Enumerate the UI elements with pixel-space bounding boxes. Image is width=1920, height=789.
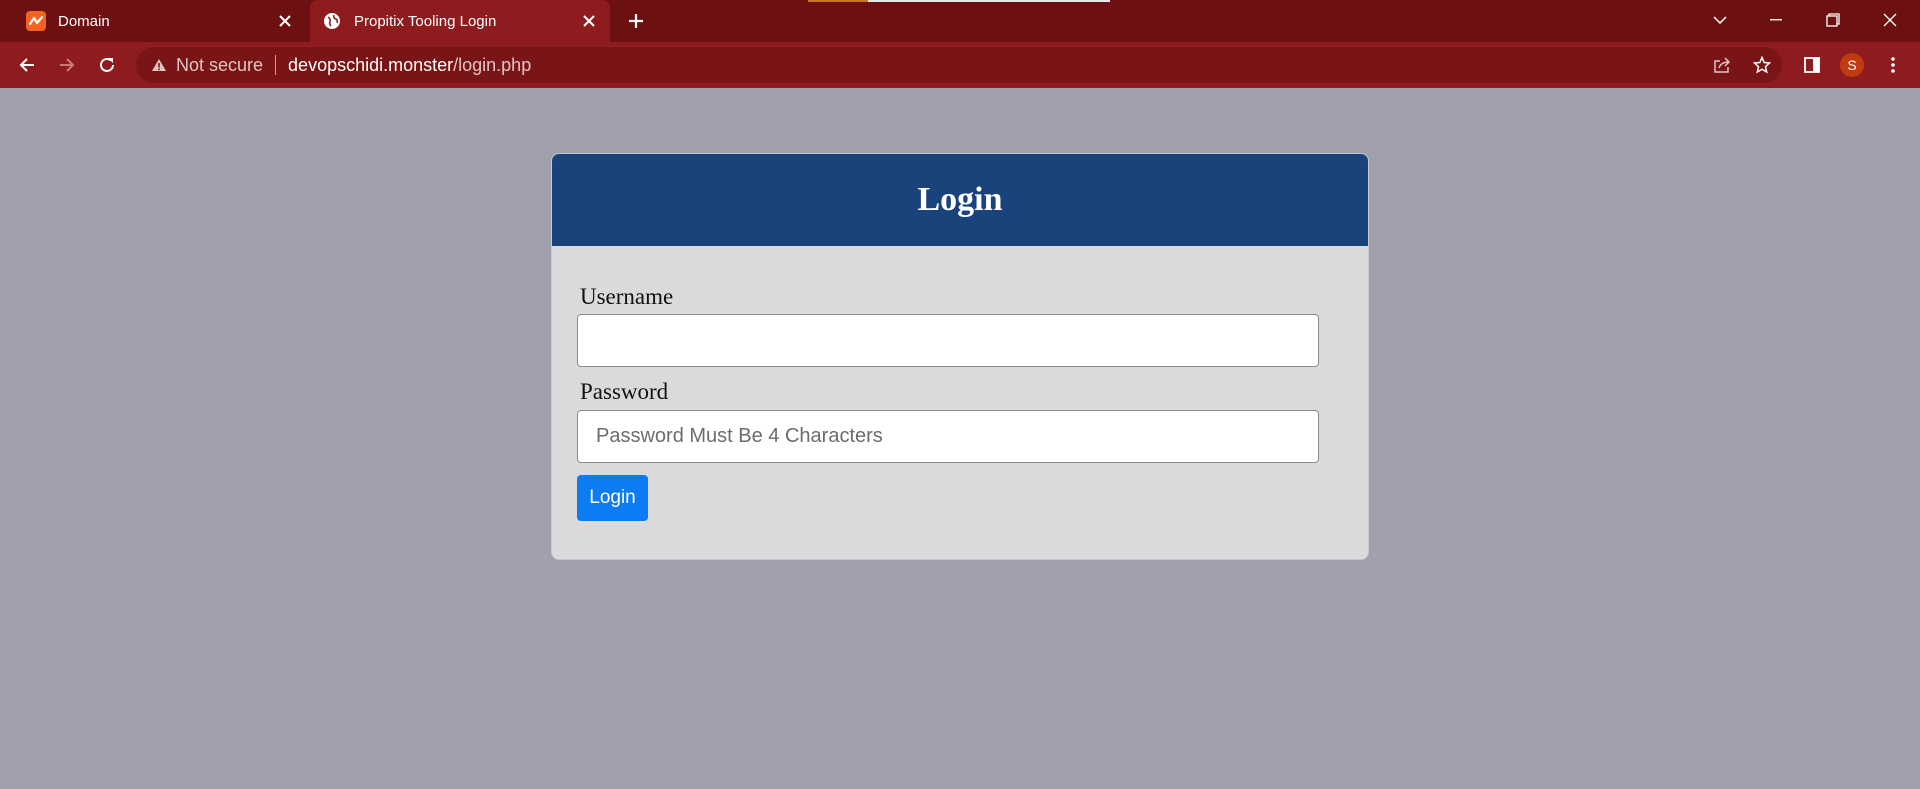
- warning-icon[interactable]: [150, 56, 168, 74]
- share-icon[interactable]: [1706, 49, 1738, 81]
- minimize-icon[interactable]: [1748, 0, 1804, 40]
- omnibox-divider: [275, 55, 277, 75]
- close-tab-icon[interactable]: [272, 8, 298, 34]
- close-window-icon[interactable]: [1862, 0, 1918, 40]
- loading-indicator-track: [868, 0, 1110, 2]
- page-title: Login: [917, 181, 1003, 218]
- login-card-header: Login: [552, 154, 1368, 246]
- url-host: devopschidi.monster: [288, 54, 454, 75]
- bookmark-star-icon[interactable]: [1746, 49, 1778, 81]
- address-bar[interactable]: Not secure devopschidi.monster/login.php: [136, 47, 1782, 83]
- login-card: Login Username Password Login: [551, 153, 1369, 560]
- username-label: Username: [580, 284, 674, 309]
- globe-icon: [322, 11, 342, 31]
- url-path: /login.php: [453, 54, 532, 75]
- domain-favicon-icon: [26, 11, 46, 31]
- reload-icon[interactable]: [91, 49, 123, 81]
- password-label: Password: [580, 379, 669, 404]
- password-input[interactable]: [577, 410, 1319, 463]
- restore-icon[interactable]: [1805, 0, 1861, 40]
- username-input[interactable]: [577, 314, 1319, 367]
- side-panel-icon[interactable]: [1796, 49, 1828, 81]
- tab-propitix-login[interactable]: Propitix Tooling Login: [310, 0, 610, 42]
- tab-title: Domain: [58, 12, 110, 30]
- tab-strip: Domain Propitix Tooling Login: [0, 0, 1920, 42]
- back-arrow-icon[interactable]: [11, 49, 43, 81]
- tab-search-icon[interactable]: [1692, 0, 1748, 40]
- close-tab-icon[interactable]: [576, 8, 602, 34]
- loading-indicator: [808, 0, 868, 2]
- login-button[interactable]: Login: [577, 475, 648, 521]
- forward-arrow-icon[interactable]: [51, 49, 83, 81]
- more-menu-icon[interactable]: [1877, 49, 1909, 81]
- tab-domain[interactable]: Domain: [14, 0, 306, 42]
- new-tab-button[interactable]: [622, 7, 650, 35]
- tab-title: Propitix Tooling Login: [354, 12, 497, 30]
- security-status[interactable]: Not secure: [176, 55, 263, 76]
- browser-toolbar: Not secure devopschidi.monster/login.php…: [0, 42, 1920, 88]
- profile-avatar[interactable]: S: [1840, 53, 1864, 77]
